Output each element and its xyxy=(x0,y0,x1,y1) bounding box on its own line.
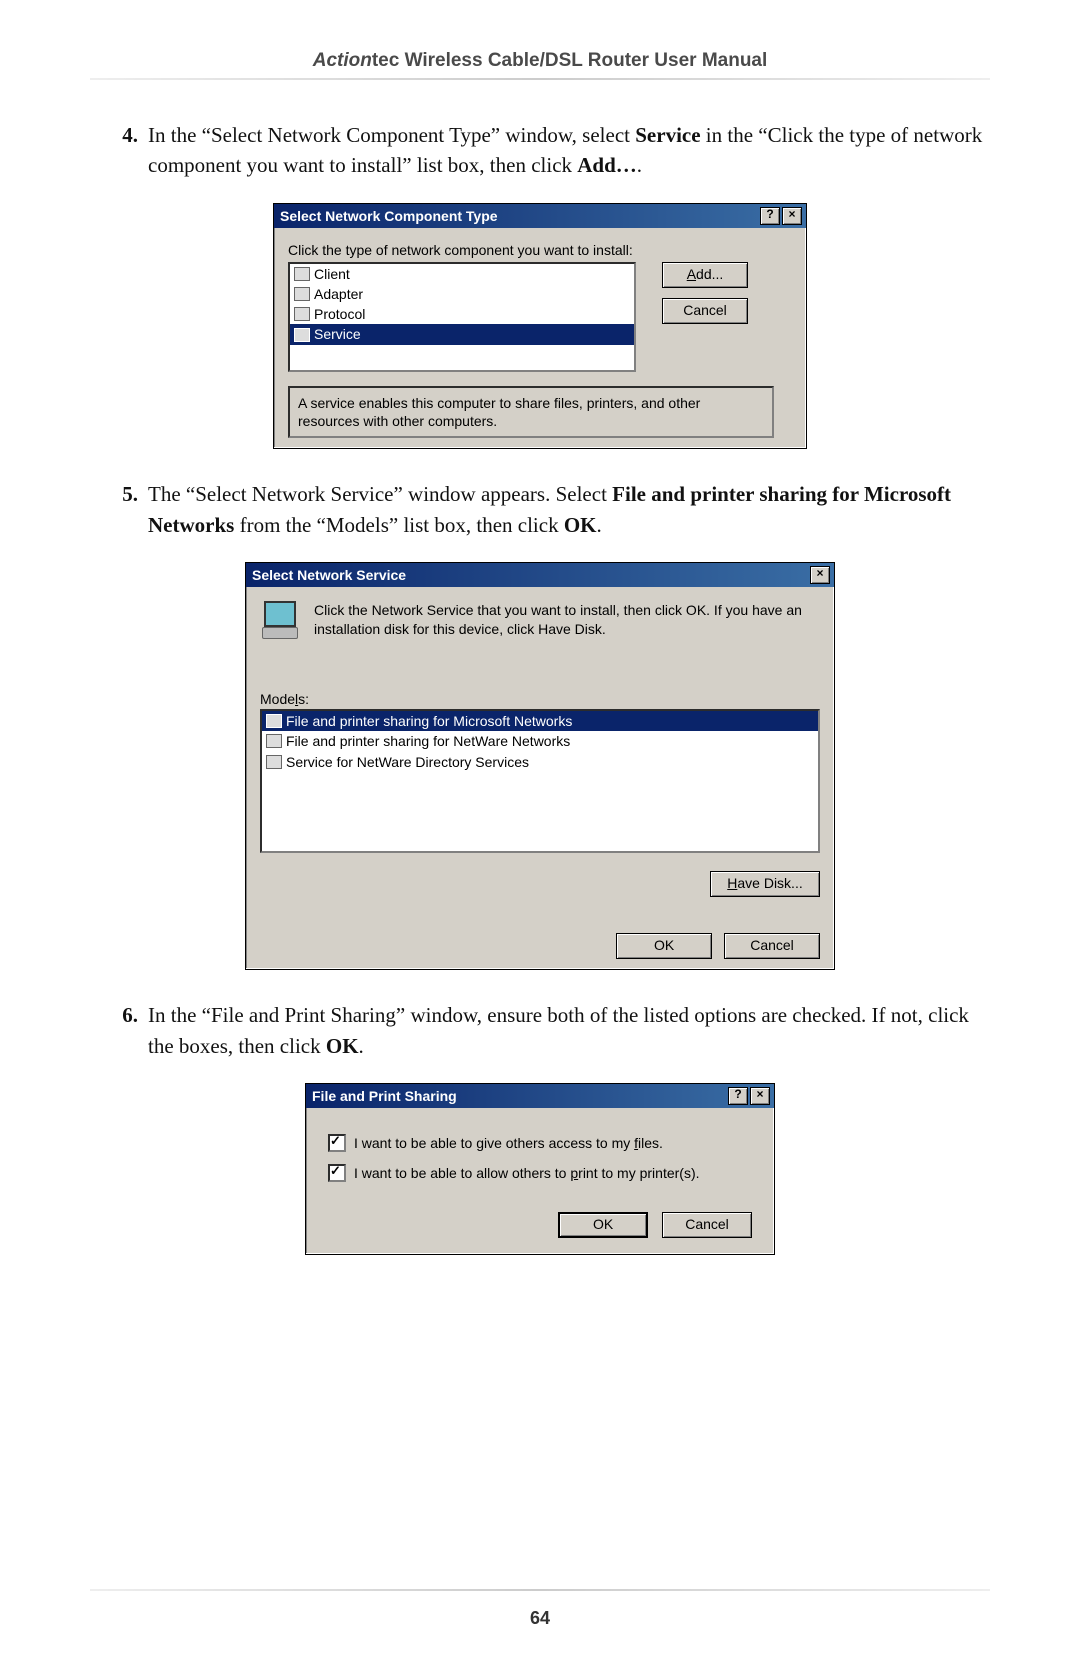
models-listbox[interactable]: File and printer sharing for Microsoft N… xyxy=(260,709,820,853)
footer-rule xyxy=(90,1589,990,1591)
service-icon xyxy=(266,714,282,728)
client-icon xyxy=(294,267,310,281)
list-item-service[interactable]: Service xyxy=(290,324,634,344)
dialog1-prompt: Click the type of network component you … xyxy=(288,242,792,258)
step-6-number: 6. xyxy=(90,1000,148,1061)
dialog2-titlebar[interactable]: Select Network Service × xyxy=(246,563,834,587)
close-button[interactable]: × xyxy=(782,207,802,225)
dialog3-titlebar[interactable]: File and Print Sharing ? × xyxy=(306,1084,774,1108)
cancel-button[interactable]: Cancel xyxy=(662,298,748,324)
service-icon xyxy=(294,328,310,342)
step-4-body: In the “Select Network Component Type” w… xyxy=(148,120,990,181)
select-network-service-dialog: Select Network Service × Click the Netwo… xyxy=(245,562,835,970)
close-button[interactable]: × xyxy=(750,1087,770,1105)
add-button[interactable]: Add... xyxy=(662,262,748,288)
dialog2-instruction: Click the Network Service that you want … xyxy=(314,601,820,641)
header-rule xyxy=(90,78,990,80)
step-6: 6. In the “File and Print Sharing” windo… xyxy=(90,1000,990,1061)
adapter-icon xyxy=(294,287,310,301)
step-5-number: 5. xyxy=(90,479,148,540)
step-4: 4. In the “Select Network Component Type… xyxy=(90,120,990,181)
close-button[interactable]: × xyxy=(810,566,830,584)
dialog3-title: File and Print Sharing xyxy=(312,1088,726,1104)
service-icon xyxy=(266,755,282,769)
computer-icon xyxy=(260,601,300,641)
list-item-ms-sharing[interactable]: File and printer sharing for Microsoft N… xyxy=(262,711,818,731)
ok-button[interactable]: OK xyxy=(558,1212,648,1238)
help-button[interactable]: ? xyxy=(760,207,780,225)
cancel-button[interactable]: Cancel xyxy=(724,933,820,959)
list-item-client[interactable]: Client xyxy=(290,264,634,284)
component-description: A service enables this computer to share… xyxy=(288,386,774,438)
page-number: 64 xyxy=(0,1608,1080,1629)
protocol-icon xyxy=(294,307,310,321)
page-header: Actiontec Wireless Cable/DSL Router User… xyxy=(90,50,990,72)
share-printers-checkbox[interactable] xyxy=(328,1164,346,1182)
cancel-button[interactable]: Cancel xyxy=(662,1212,752,1238)
step-5: 5. The “Select Network Service” window a… xyxy=(90,479,990,540)
share-printers-option[interactable]: I want to be able to allow others to pri… xyxy=(328,1164,752,1182)
share-files-option[interactable]: I want to be able to give others access … xyxy=(328,1134,752,1152)
have-disk-button[interactable]: Have Disk... xyxy=(710,871,820,897)
dialog1-title: Select Network Component Type xyxy=(280,208,758,224)
step-6-body: In the “File and Print Sharing” window, … xyxy=(148,1000,990,1061)
dialog1-titlebar[interactable]: Select Network Component Type ? × xyxy=(274,204,806,228)
header-rest: Wireless Cable/DSL Router User Manual xyxy=(399,50,767,71)
models-label: Models: xyxy=(260,691,820,707)
brand-suffix: tec xyxy=(372,50,399,71)
file-and-print-sharing-dialog: File and Print Sharing ? × I want to be … xyxy=(305,1083,775,1255)
step-5-body: The “Select Network Service” window appe… xyxy=(148,479,990,540)
list-item-netware-directory[interactable]: Service for NetWare Directory Services xyxy=(262,752,818,772)
service-icon xyxy=(266,734,282,748)
dialog2-title: Select Network Service xyxy=(252,567,808,583)
share-files-checkbox[interactable] xyxy=(328,1134,346,1152)
step-4-number: 4. xyxy=(90,120,148,181)
component-type-listbox[interactable]: Client Adapter Protocol Service xyxy=(288,262,636,372)
help-button[interactable]: ? xyxy=(728,1087,748,1105)
list-item-protocol[interactable]: Protocol xyxy=(290,304,634,324)
list-item-adapter[interactable]: Adapter xyxy=(290,284,634,304)
ok-button[interactable]: OK xyxy=(616,933,712,959)
list-item-netware-sharing[interactable]: File and printer sharing for NetWare Net… xyxy=(262,731,818,751)
brand-italic: Action xyxy=(313,50,372,71)
select-network-component-dialog: Select Network Component Type ? × Click … xyxy=(273,203,807,449)
